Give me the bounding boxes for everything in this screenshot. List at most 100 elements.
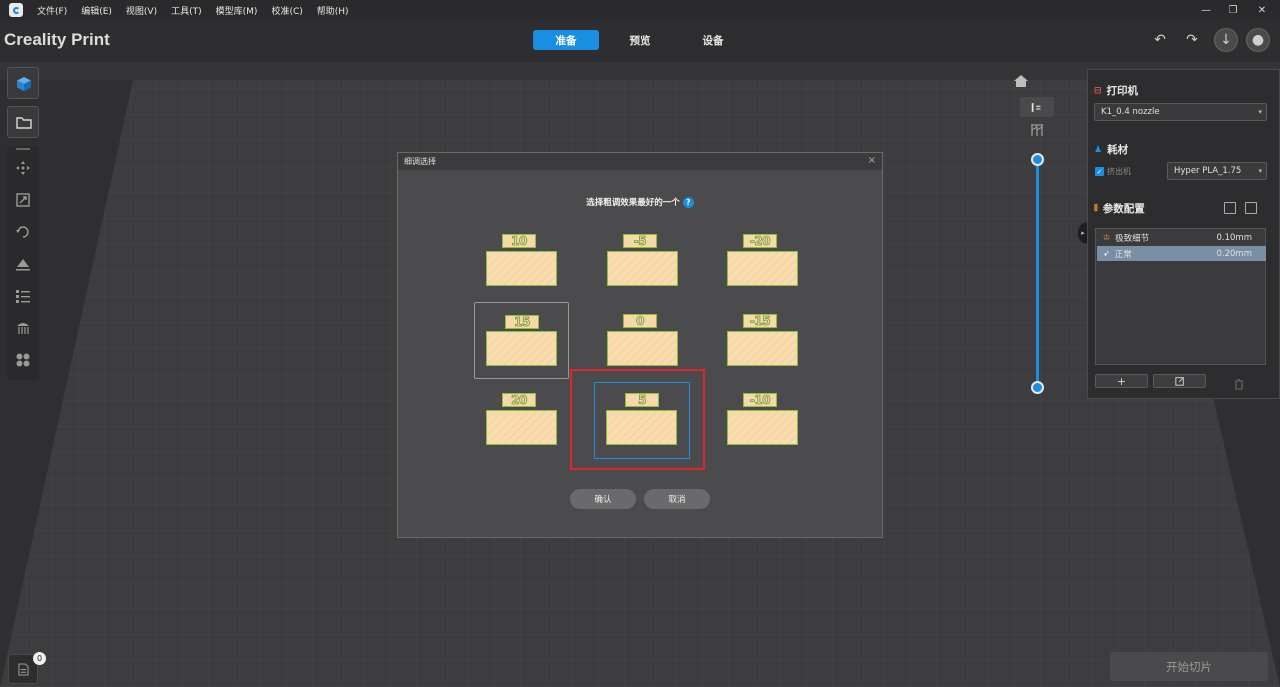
tab-preview[interactable]: 预览 [607,30,673,50]
profile-name: 极致细节 [1115,233,1150,244]
scale-button[interactable] [7,184,39,216]
add-profile-button[interactable]: + [1095,374,1148,388]
printer-select[interactable]: K1_0.4 nozzle ▾ [1094,103,1267,121]
option-20[interactable]: 20 [475,387,567,461]
edit-icon [1174,377,1184,386]
profile-row[interactable]: ♔ 极致细节 0.10mm [1097,230,1266,245]
tab-device[interactable]: 设备 [680,30,746,50]
menu-view[interactable]: 视图(V) [126,4,157,17]
start-slice-button[interactable]: 开始切片 [1110,652,1268,681]
lay-flat-button[interactable] [7,248,39,280]
rotate-button[interactable] [7,216,39,248]
option-minus-10[interactable]: -10 [716,387,808,461]
chevron-down-icon: ▾ [1258,108,1262,116]
menu-edit[interactable]: 编辑(E) [81,4,112,17]
close-icon[interactable]: × [868,155,876,166]
profile-value: 0.20mm [1216,248,1253,259]
move-button[interactable] [7,152,39,184]
folder-icon [16,117,32,129]
redo-icon[interactable]: ↷ [1180,28,1204,52]
sample-block [486,331,557,366]
open-project-button[interactable] [8,107,40,139]
download-icon[interactable]: ↓ [1214,28,1238,52]
confirm-button[interactable]: 确认 [570,489,636,509]
delete-profile-icon[interactable] [1233,375,1245,390]
printer-section-header: ⊟ 打印机 [1094,83,1138,98]
crown-icon: ♔ [1103,233,1111,242]
filament-select[interactable]: Hyper PLA_1.75 ▾ [1167,162,1267,180]
layer-slider-track[interactable] [1036,159,1039,388]
undo-icon[interactable]: ↶ [1148,28,1172,52]
add-model-button[interactable] [8,68,40,100]
extruder-checkbox[interactable]: ✓ [1095,167,1104,176]
rotate-icon [16,226,29,238]
menu-model-library[interactable]: 模型库(M) [216,4,258,17]
option-label: -20 [743,234,777,248]
document-icon [17,662,29,676]
arrange-button[interactable] [7,344,39,376]
support-view-icon[interactable] [1028,122,1046,138]
params-icon: ⫴ [1094,203,1098,214]
params-section-header: ⫴ 参数配置 [1094,201,1145,216]
filament-icon: ♟ [1094,144,1103,155]
brand-title: Creality Print [4,30,110,49]
support-button[interactable] [7,312,39,344]
edit-profile-button[interactable] [1153,374,1206,388]
option-label: 15 [505,315,539,329]
option-minus-20[interactable]: -20 [716,228,808,302]
dialog-titlebar: 细调选择 × [398,153,882,170]
close-window-icon[interactable]: ✕ [1244,0,1280,20]
menu-calibration[interactable]: 校准(C) [271,4,302,17]
sample-block [727,251,798,286]
home-view-icon[interactable] [1013,73,1029,87]
cube-icon [17,77,31,91]
menu-help[interactable]: 帮助(H) [317,4,349,17]
dialog-title: 细调选择 [404,157,436,166]
option-label: -10 [743,393,777,407]
object-list-button[interactable] [7,280,39,312]
import-profile-icon[interactable] [1224,202,1236,214]
menu-bar: 文件(F) 编辑(E) 视图(V) 工具(T) 模型库(M) 校准(C) 帮助(… [0,0,1280,20]
menu-file[interactable]: 文件(F) [37,4,67,17]
fine-tune-dialog: 细调选择 × 选择粗调效果最好的一个? 10 -5 -20 15 0 -15 2… [397,152,883,538]
option-minus-15[interactable]: -15 [716,308,808,382]
sample-block [727,331,798,366]
sample-block [607,251,678,286]
tab-prepare[interactable]: 准备 [533,30,599,50]
arrange-icon [16,353,30,367]
profile-row[interactable]: ➶ 正常 0.20mm [1097,246,1266,261]
option-15[interactable]: 15 [474,302,569,379]
help-icon[interactable]: ? [682,197,694,208]
option-label: -5 [623,234,657,248]
menu-tools[interactable]: 工具(T) [171,4,202,17]
left-toolbar-open [7,106,39,138]
params-title: 参数配置 [1102,203,1145,215]
chevron-down-icon: ▾ [1258,167,1262,175]
app-header: Creality Print 准备 预览 设备 ↶ ↷ ↓ ● [0,20,1280,62]
sample-block [486,410,557,445]
prompt-text: 选择粗调效果最好的一个 [586,198,680,208]
extruder-row: ✓ 挤出机 [1095,166,1131,177]
extruder-label: 挤出机 [1107,167,1131,176]
highlight-frame [570,369,705,470]
sample-block [486,251,557,286]
layer-slider-top-handle[interactable] [1031,153,1044,166]
layer-view-button[interactable] [1020,97,1054,117]
support-icon [17,323,29,334]
printer-icon: ⊟ [1094,85,1102,96]
settings-panel: ⊟ 打印机 K1_0.4 nozzle ▾ ♟ 耗材 ✓ 挤出机 Hyper P… [1087,69,1280,399]
dialog-prompt: 选择粗调效果最好的一个? [398,196,882,208]
profile-name: 正常 [1114,249,1132,260]
profile-list: ♔ 极致细节 0.10mm ➶ 正常 0.20mm [1095,228,1266,365]
export-profile-icon[interactable] [1245,202,1257,214]
cancel-button[interactable]: 取消 [644,489,710,509]
option-10[interactable]: 10 [475,228,567,302]
lay-flat-icon [16,259,30,271]
layers-icon [1031,102,1041,112]
layer-slider-bottom-handle[interactable] [1031,381,1044,394]
rocket-icon: ➶ [1103,249,1110,258]
user-avatar-icon[interactable]: ● [1246,28,1270,52]
printer-value: K1_0.4 nozzle [1101,107,1160,117]
option-minus-5[interactable]: -5 [596,228,688,302]
left-toolbar-tools [7,146,39,380]
